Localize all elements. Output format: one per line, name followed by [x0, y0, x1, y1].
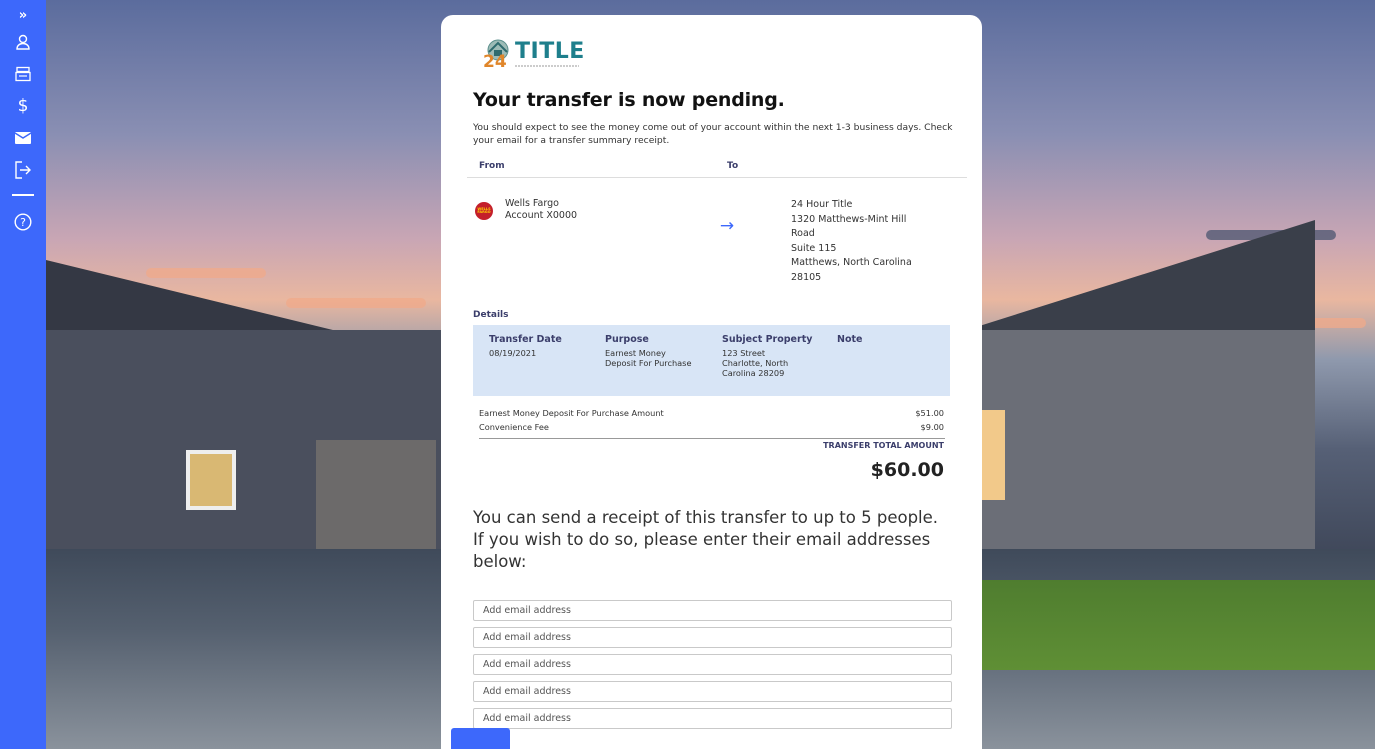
email-field-2[interactable]: [473, 627, 952, 648]
destination-line1: 1320 Matthews-Mint Hill: [791, 213, 907, 225]
email-field-4[interactable]: [473, 681, 952, 702]
deposit-amount-label: Earnest Money Deposit For Purchase Amoun…: [479, 408, 664, 418]
source-account: WELLS FARGO Wells Fargo Account X0000: [467, 198, 667, 294]
details-label: Details: [473, 310, 509, 320]
subject-property-label: Subject Property: [722, 334, 813, 345]
subject-property-column: Subject Property 123 Street Charlotte, N…: [722, 335, 837, 386]
send-receipt-button[interactable]: [451, 728, 510, 749]
logo-number: 24: [483, 52, 507, 72]
deposit-amount-row: Earnest Money Deposit For Purchase Amoun…: [473, 406, 950, 420]
purpose-line1: Earnest Money: [605, 348, 666, 358]
purpose-column: Purpose Earnest Money Deposit For Purcha…: [605, 335, 722, 386]
convenience-fee-value: $9.00: [920, 422, 944, 432]
from-to-header: From To: [467, 161, 967, 178]
total-divider: [479, 438, 945, 439]
transfer-route: WELLS FARGO Wells Fargo Account X0000 → …: [467, 198, 950, 294]
convenience-fee-row: Convenience Fee $9.00: [473, 420, 950, 434]
destination-line3: Suite 115: [791, 242, 837, 254]
user-icon[interactable]: [0, 26, 46, 58]
receipt-instructions: You can send a receipt of this transfer …: [473, 508, 939, 571]
intro-text: You should expect to see the money come …: [473, 122, 953, 146]
destination-line2: Road: [791, 228, 815, 239]
deposit-amount-value: $51.00: [915, 408, 944, 418]
transfer-date-label: Transfer Date: [489, 334, 562, 345]
purpose-line2: Deposit For Purchase: [605, 358, 692, 368]
svg-text:?: ?: [20, 216, 26, 229]
from-label: From: [479, 161, 505, 171]
transfer-date-value: 08/19/2021: [489, 348, 537, 358]
source-bank: Wells Fargo: [505, 198, 559, 209]
email-field-1[interactable]: [473, 600, 952, 621]
register-icon[interactable]: [0, 58, 46, 90]
logout-icon[interactable]: [0, 154, 46, 186]
logo-tagline-icon: [515, 65, 579, 67]
details-panel: Transfer Date 08/19/2021 Purpose Earnest…: [473, 325, 950, 396]
total-amount-label: TRANSFER TOTAL AMOUNT: [823, 441, 944, 450]
email-field-3[interactable]: [473, 654, 952, 675]
logo-badge-icon: 24: [483, 38, 513, 72]
property-line2: Charlotte, North: [722, 358, 789, 368]
dollar-icon[interactable]: $: [0, 90, 46, 122]
page-title: Your transfer is now pending.: [473, 89, 785, 111]
source-account-number: Account X0000: [505, 210, 578, 221]
destination-line4: Matthews, North Carolina: [791, 257, 912, 268]
expand-sidebar-icon[interactable]: »: [0, 4, 46, 26]
to-label: To: [727, 161, 739, 171]
arrow-right-icon: →: [719, 216, 735, 236]
property-line1: 123 Street: [722, 348, 766, 358]
convenience-fee-label: Convenience Fee: [479, 422, 549, 432]
total-amount-value: $60.00: [870, 459, 944, 481]
logo-title: TITLE: [515, 39, 585, 64]
destination-name: 24 Hour Title: [791, 199, 853, 210]
sidebar-divider: [12, 194, 34, 196]
sidebar: » $ ?: [0, 0, 46, 749]
email-field-5[interactable]: [473, 708, 952, 729]
mail-icon[interactable]: [0, 122, 46, 154]
note-column: Note: [837, 335, 917, 386]
transfer-card: 24 TITLE Your transfer is now pending. Y…: [441, 15, 982, 749]
purpose-label: Purpose: [605, 334, 649, 345]
destination-line5: 28105: [791, 271, 822, 283]
property-line3: Carolina 28209: [722, 368, 785, 378]
transfer-date-column: Transfer Date 08/19/2021: [489, 335, 605, 386]
email-inputs: [473, 600, 952, 729]
note-label: Note: [837, 334, 863, 345]
company-logo: 24 TITLE: [483, 37, 950, 73]
help-icon[interactable]: ?: [0, 206, 46, 238]
destination-account: 24 Hour Title 1320 Matthews-Mint Hill Ro…: [791, 198, 941, 294]
wells-fargo-logo: WELLS FARGO: [475, 202, 493, 220]
